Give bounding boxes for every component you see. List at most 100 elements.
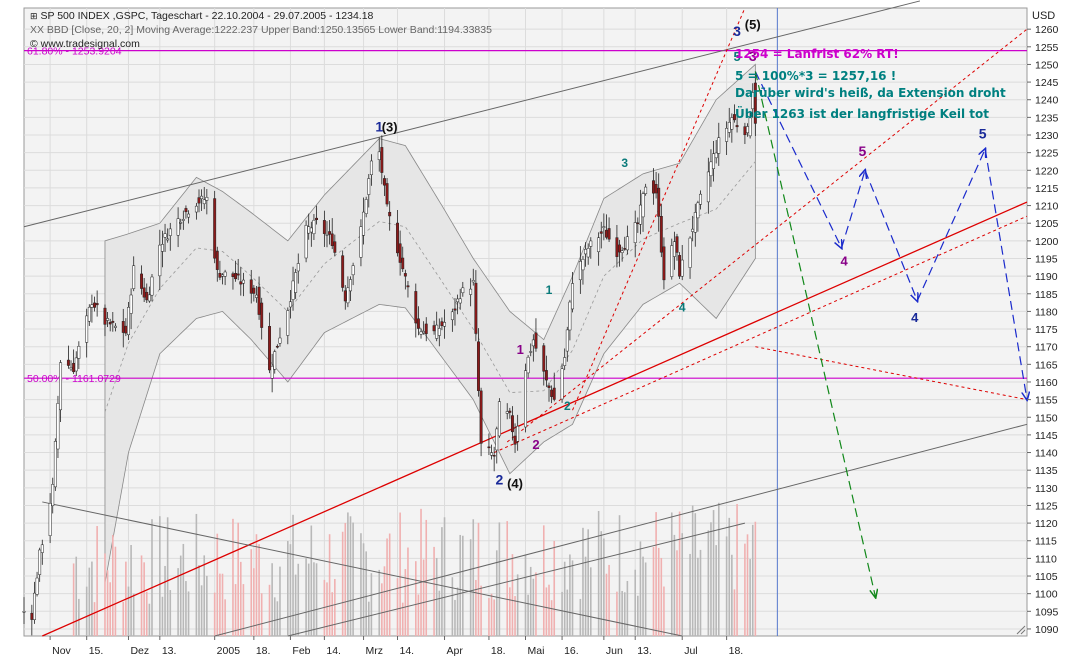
comment-3: Darüber wird's heiß, da Extension droht: [735, 86, 1006, 100]
x-tick-label: Feb: [292, 645, 310, 657]
candle-body: [158, 244, 162, 277]
wave-label: 5: [859, 143, 867, 159]
volume-bar: [195, 513, 198, 636]
volume-bar: [365, 551, 367, 636]
y-tick-label: 1135: [1035, 465, 1058, 477]
candle-body: [419, 331, 423, 335]
candle-body: [401, 257, 405, 270]
candle-body: [383, 178, 386, 186]
x-tick-label: 14.: [400, 645, 415, 657]
volume-bar: [206, 575, 208, 636]
candle-body: [59, 362, 63, 411]
volume-bar: [746, 534, 749, 636]
y-tick-label: 1105: [1035, 571, 1058, 583]
candle-body: [142, 287, 146, 298]
volume-bar: [91, 561, 93, 636]
volume-bar: [276, 601, 279, 636]
candle-body: [252, 287, 256, 294]
candle-body: [388, 211, 392, 217]
volume-bar: [383, 566, 386, 636]
volume-bar: [271, 563, 273, 636]
candle-body: [181, 219, 185, 221]
volume-bar: [691, 505, 694, 636]
candle-body: [440, 321, 444, 327]
volume-bar: [396, 578, 399, 636]
candle-body: [184, 208, 188, 213]
wave-label: 4: [911, 310, 919, 325]
volume-bar: [660, 557, 663, 636]
volume-bar: [639, 541, 642, 636]
volume-bar: [143, 562, 145, 636]
candle-body: [550, 389, 554, 397]
x-tick-label: Nov: [52, 645, 71, 657]
title-text: SP 500 INDEX ,GSPC, Tageschart - 22.10.2…: [40, 10, 374, 22]
candle-body: [584, 249, 588, 255]
candle-body: [113, 325, 117, 328]
candle-body: [231, 273, 235, 277]
candle-body: [453, 308, 457, 311]
volume-bar: [78, 598, 80, 636]
y-tick-label: 1240: [1035, 95, 1059, 107]
candle-body: [111, 320, 115, 323]
candle-body: [38, 549, 42, 575]
candle-body: [187, 213, 191, 218]
volume-bar: [72, 563, 75, 636]
candle-body: [377, 151, 381, 160]
volume-bar: [166, 517, 169, 636]
volume-bar: [425, 519, 428, 636]
candle-body: [166, 238, 170, 241]
expand-icon[interactable]: ⊞: [30, 11, 38, 21]
candle-body: [490, 452, 493, 456]
volume-bar: [326, 582, 328, 636]
volume-bar: [608, 564, 610, 636]
comment-1: 1254 = Lanfrist 62% RT!: [735, 47, 899, 61]
volume-bar: [268, 584, 271, 636]
volume-bar: [524, 554, 527, 636]
volume-bar: [733, 589, 736, 636]
comment-4: Über 1263 ist der langfristige Keil tot: [735, 107, 989, 121]
volume-bar: [529, 566, 532, 636]
volume-bar: [689, 553, 691, 636]
volume-bar: [85, 586, 88, 636]
candle-body: [74, 357, 78, 372]
volume-bar: [237, 522, 239, 636]
candle-body: [121, 321, 125, 333]
volume-bar: [75, 556, 78, 636]
wave-label: 4: [841, 254, 849, 269]
volume-bar: [589, 567, 592, 636]
candle-body: [296, 263, 300, 272]
volume-bar: [495, 550, 498, 636]
candle-body: [633, 222, 637, 243]
volume-bar: [313, 562, 315, 636]
candle-body: [278, 337, 282, 344]
candle-body: [670, 245, 674, 277]
wave-label: 2: [564, 399, 571, 413]
candle-body: [693, 212, 697, 233]
candle-body: [403, 273, 407, 277]
volume-bar: [315, 563, 318, 636]
candle-body: [544, 370, 548, 381]
candle-body: [200, 195, 204, 199]
candle-body: [730, 117, 734, 130]
candle-body: [346, 287, 350, 304]
volume-bar: [381, 583, 383, 636]
candle-body: [524, 370, 527, 428]
volume-bar: [420, 508, 422, 636]
candle-body: [688, 237, 692, 268]
volume-bar: [694, 513, 697, 636]
candle-body: [652, 180, 655, 194]
candle-body: [618, 244, 621, 253]
candle-body: [328, 231, 332, 235]
candle-body: [474, 282, 478, 334]
candle-body: [571, 283, 574, 310]
y-tick-label: 1170: [1035, 342, 1058, 354]
chart-title: ⊞ SP 500 INDEX ,GSPC, Tageschart - 22.10…: [30, 10, 373, 22]
candle-body: [72, 362, 76, 373]
y-tick-label: 1180: [1035, 306, 1058, 318]
candle-body: [257, 286, 261, 315]
volume-bar: [169, 590, 172, 636]
y-tick-label: 1250: [1035, 59, 1059, 71]
candle-body: [487, 446, 491, 449]
candle-body: [351, 265, 355, 276]
volume-bar: [506, 521, 509, 636]
